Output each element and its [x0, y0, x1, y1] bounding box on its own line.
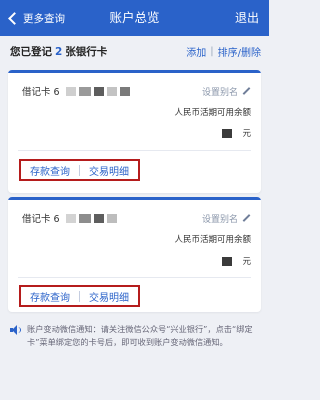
deposit-query-link[interactable]: 存款查询: [25, 289, 75, 304]
speaker-icon: [10, 325, 22, 335]
set-alias-button[interactable]: 设置别名: [202, 212, 251, 225]
card-type-label: 借记卡 6: [22, 214, 60, 225]
masked-balance: [222, 128, 233, 138]
link-separator: [79, 164, 80, 176]
card-accent-stripe: [8, 70, 261, 73]
exit-button[interactable]: 退出: [235, 0, 259, 36]
add-card-link[interactable]: 添加: [186, 44, 206, 59]
sort-delete-link[interactable]: 排序/删除: [218, 44, 261, 59]
currency-unit: 元: [242, 257, 251, 267]
balance-value: 元: [222, 255, 251, 267]
summary-suffix: 张银行卡: [65, 45, 108, 58]
set-alias-label: 设置别名: [201, 214, 238, 225]
card-header-row: 借记卡 6 设置别名: [22, 211, 251, 225]
card-links-highlight: 存款查询 交易明细: [19, 159, 140, 181]
top-nav-bar: 更多查询 账户总览 退出: [0, 0, 269, 36]
set-alias-button[interactable]: 设置别名: [202, 85, 251, 98]
notice-text: 账户变动微信通知：请关注微信公众号“兴业银行”，点击“绑定卡”菜单绑定您的卡号后…: [27, 324, 253, 347]
balance-label: 人民币活期可用余额: [174, 108, 251, 118]
card-divider: [18, 150, 251, 151]
masked-balance: [222, 256, 233, 266]
masked-card-number: [65, 213, 120, 223]
balance-label: 人民币活期可用余额: [174, 235, 251, 245]
link-separator: [79, 290, 80, 302]
chevron-left-icon: [8, 11, 21, 25]
pencil-icon: [242, 87, 251, 95]
back-button[interactable]: 更多查询: [6, 0, 65, 36]
bank-card-2[interactable]: 借记卡 6 设置别名 人民币活期可用余额 元 存款查询 交易明细: [8, 197, 261, 312]
summary-prefix: 您已登记: [10, 45, 52, 58]
pencil-icon: [242, 214, 251, 222]
card-count: 2: [55, 45, 63, 58]
card-type-label: 借记卡 6: [22, 87, 60, 98]
card-links-highlight: 存款查询 交易明细: [19, 285, 140, 307]
card-divider: [18, 277, 251, 278]
back-label: 更多查询: [23, 12, 65, 25]
wechat-notice: 账户变动微信通知：请关注微信公众号“兴业银行”，点击“绑定卡”菜单绑定您的卡号后…: [10, 323, 262, 348]
masked-card-number: [65, 86, 133, 96]
currency-unit: 元: [242, 129, 251, 139]
registered-cards-text: 您已登记 2 张银行卡: [10, 44, 107, 59]
set-alias-label: 设置别名: [201, 87, 238, 98]
card-actions: 添加 | 排序/删除: [186, 44, 261, 59]
card-summary-row: 您已登记 2 张银行卡 添加 | 排序/删除: [0, 36, 269, 66]
action-separator: |: [210, 45, 214, 57]
card-header-row: 借记卡 6 设置别名: [22, 84, 251, 98]
balance-value: 元: [222, 127, 251, 139]
card-accent-stripe: [8, 197, 261, 200]
bank-card-1[interactable]: 借记卡 6 设置别名 人民币活期可用余额 元 存款查询 交易明细: [8, 70, 261, 193]
transaction-details-link[interactable]: 交易明细: [84, 289, 134, 304]
transaction-details-link[interactable]: 交易明细: [84, 163, 134, 178]
deposit-query-link[interactable]: 存款查询: [25, 163, 75, 178]
